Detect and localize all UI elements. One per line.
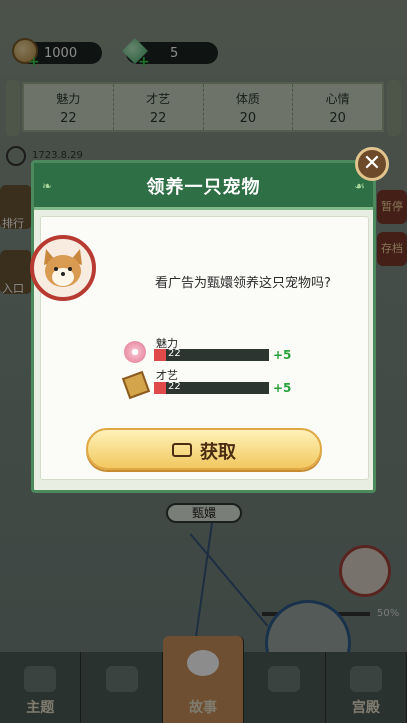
adopt-question: 看广告为甄嬛领养这只宠物吗? xyxy=(155,276,331,291)
close-button[interactable]: ✕ xyxy=(355,147,389,181)
talent-bar: 22 xyxy=(154,381,269,394)
leaf-icon: ☙ xyxy=(354,179,365,193)
get-button[interactable]: 获取 xyxy=(86,428,322,470)
get-button-label: 获取 xyxy=(200,442,236,463)
talent-gain: +5 xyxy=(273,381,292,395)
charm-gain: +5 xyxy=(273,348,292,362)
dialog-title: 领养一只宠物 xyxy=(146,177,261,198)
pet-dog-avatar xyxy=(30,235,96,301)
video-ad-icon xyxy=(172,443,192,457)
dog-icon xyxy=(44,249,82,287)
dialog-header: ❧ 领养一只宠物 ☙ xyxy=(34,163,373,210)
charm-bar: 22 xyxy=(154,348,269,361)
flower-icon xyxy=(124,341,146,363)
